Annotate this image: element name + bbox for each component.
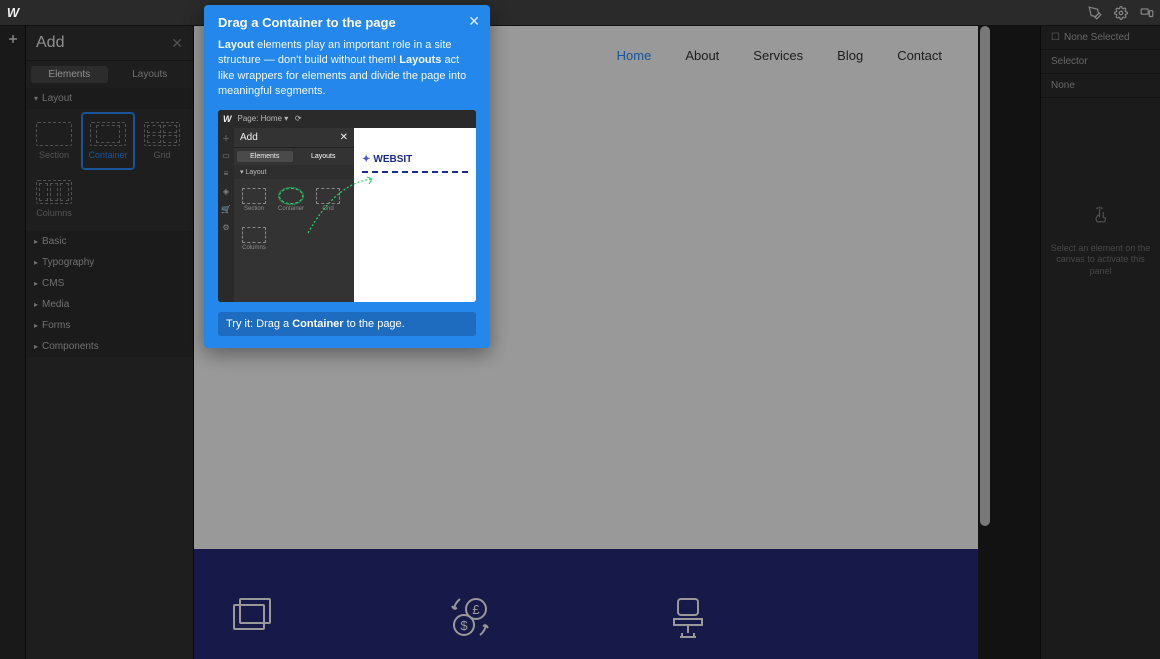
container-icon [90,122,126,146]
tutorial-popover: ✕ Drag a Container to the page Layout el… [204,5,490,348]
element-container[interactable]: Container [82,113,134,169]
popover-demo-image: WPage: Home ▾ ⟳ ＋▭≡◈🛒⚙ Add✕ ElementsLayo… [218,110,476,302]
element-grid[interactable]: Grid [136,113,188,169]
selector-label: Selector [1041,50,1160,74]
element-section[interactable]: Section [28,113,80,169]
close-icon[interactable]: ✕ [171,35,183,52]
section-forms[interactable]: ▸Forms [26,315,193,336]
selected-element-row: ☐None Selected [1041,26,1160,50]
close-icon[interactable]: ✕ [468,13,480,30]
svg-text:$: $ [460,618,468,633]
chair-icon [664,593,712,641]
panel-hint: Select an element on the canvas to activ… [1041,166,1160,318]
left-rail [0,26,26,659]
add-panel-title: Add [36,34,64,52]
nav-blog[interactable]: Blog [837,48,863,63]
section-basic[interactable]: ▸Basic [26,231,193,252]
grid-icon [144,122,180,146]
add-panel-tabs: Elements Layouts [26,61,193,88]
webflow-logo[interactable]: W [0,0,26,26]
devices-icon[interactable] [1134,0,1160,25]
style-panel: ☐None Selected Selector None Select an e… [1040,26,1160,659]
nav-home[interactable]: Home [617,48,652,63]
section-icon [36,122,72,146]
scrollbar[interactable] [978,26,990,659]
columns-icon [36,180,72,204]
section-components[interactable]: ▸Components [26,336,193,357]
element-columns[interactable]: Columns [28,171,80,227]
nav-contact[interactable]: Contact [897,48,942,63]
popover-title: Drag a Container to the page [218,15,476,30]
selector-value[interactable]: None [1041,74,1160,98]
scrollbar-thumb[interactable] [980,26,990,526]
tab-layouts[interactable]: Layouts [112,66,189,83]
top-bar: W [0,0,1160,26]
gear-icon[interactable] [1108,0,1134,25]
currency-exchange-icon: £$ [446,593,494,641]
pointer-icon [1049,206,1152,231]
add-element-button[interactable] [0,26,26,52]
section-typography[interactable]: ▸Typography [26,252,193,273]
svg-text:£: £ [472,602,480,617]
section-layout: ▾Layout Section Container Grid Columns [26,88,193,231]
section-layout-header[interactable]: ▾Layout [26,88,193,109]
nav-services[interactable]: Services [753,48,803,63]
feature-section[interactable]: £$ [194,549,978,659]
section-cms[interactable]: ▸CMS [26,273,193,294]
add-panel: Add ✕ Elements Layouts ▾Layout Section C… [26,26,194,659]
try-it-instruction: Try it: Drag a Container to the page. [218,312,476,336]
paint-icon[interactable] [1082,0,1108,25]
popover-body: Layout elements play an important role i… [218,38,476,100]
section-media[interactable]: ▸Media [26,294,193,315]
tab-elements[interactable]: Elements [31,66,108,83]
windows-icon [228,593,276,641]
nav-about[interactable]: About [685,48,719,63]
